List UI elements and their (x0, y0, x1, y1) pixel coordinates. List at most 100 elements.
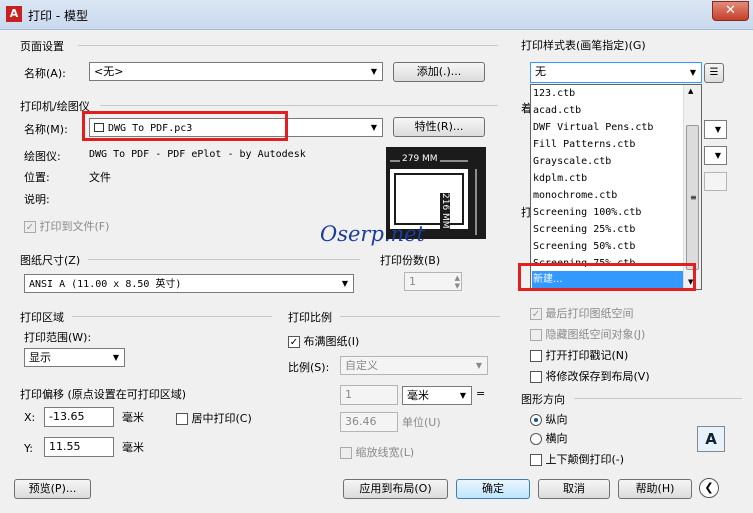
quality-select[interactable]: ▼ (704, 146, 727, 165)
chevron-down-icon: ▼ (475, 361, 483, 370)
page-setup-name-label: 名称(A): (24, 67, 66, 80)
fit-to-paper-checkbox[interactable]: ✓ 布满图纸(I) (288, 333, 359, 349)
divider (88, 259, 360, 260)
list-item[interactable]: Grayscale.ctb (532, 153, 684, 170)
page-setup-name-select[interactable]: <无> ▼ (89, 62, 383, 81)
portrait-radio[interactable]: 纵向 (530, 411, 568, 427)
divider (100, 105, 498, 106)
list-item[interactable]: DWF Virtual Pens.ctb (532, 119, 684, 136)
list-item[interactable]: Screening 50%.ctb (532, 238, 684, 255)
preview-button[interactable]: 预览(P)... (14, 479, 91, 499)
checkbox-icon (530, 454, 542, 466)
title-bar (0, 0, 753, 30)
plot-style-dropdown-list[interactable]: 123.ctb acad.ctb DWF Virtual Pens.ctb Fi… (530, 84, 702, 290)
scale-lineweights-checkbox[interactable]: 缩放线宽(L) (340, 444, 414, 460)
offset-y-label: Y: (24, 442, 33, 455)
edit-style-icon[interactable]: ☰ (704, 63, 724, 83)
cancel-button[interactable]: 取消 (538, 479, 610, 499)
copies-group-label: 打印份数(B) (380, 254, 441, 267)
location-value: 文件 (89, 171, 111, 184)
chevron-down-icon: ▼ (370, 123, 378, 132)
landscape-label: 横向 (545, 432, 568, 445)
scrollbar-thumb[interactable]: ≡ (686, 125, 699, 270)
scale-value1-input[interactable]: 1 (340, 385, 398, 405)
location-label: 位置: (24, 171, 50, 184)
ok-button[interactable]: 确定 (456, 479, 530, 499)
plot-stamp-label: 打开打印戳记(N) (545, 349, 629, 362)
divider (78, 45, 498, 46)
orientation-group-label: 图形方向 (521, 393, 565, 406)
checkbox-checked-icon: ✓ (530, 308, 542, 320)
apply-to-layout-button[interactable]: 应用到布局(O) (343, 479, 448, 499)
printer-name-label: 名称(M): (24, 123, 68, 136)
dpi-input[interactable] (704, 172, 727, 191)
plot-stamp-checkbox[interactable]: 打开打印戳记(N) (530, 347, 628, 363)
paper-size-select[interactable]: ANSI A (11.00 x 8.50 英寸) ▼ (24, 274, 354, 293)
dropdown-scrollbar[interactable]: ▲ ≡ ▼ (683, 85, 701, 289)
list-item[interactable]: Fill Patterns.ctb (532, 136, 684, 153)
upside-down-checkbox[interactable]: 上下颠倒打印(-) (530, 451, 624, 467)
offset-y-input[interactable]: 11.55 (44, 437, 114, 457)
equals-sign: = (476, 387, 486, 400)
plot-paperspace-last-checkbox[interactable]: ✓ 最后打印图纸空间 (530, 305, 634, 321)
checkbox-icon (340, 447, 352, 459)
list-item[interactable]: Screening 100%.ctb (532, 204, 684, 221)
fit-to-paper-label: 布满图纸(I) (303, 335, 360, 348)
copies-spinner[interactable]: 1 ▲ ▼ (404, 272, 462, 291)
plot-range-label: 打印范围(W): (24, 331, 92, 344)
checkbox-icon (176, 413, 188, 425)
close-button[interactable]: ✕ (712, 1, 749, 21)
preview-width-label: 279 MM (400, 154, 440, 164)
plot-range-value: 显示 (29, 351, 51, 364)
list-item[interactable]: 123.ctb (532, 85, 684, 102)
chevron-down-icon: ▼ (714, 125, 722, 134)
checkbox-checked-icon: ✓ (288, 336, 300, 348)
shade-mode-select[interactable]: ▼ (704, 120, 727, 139)
plot-style-value: 无 (535, 65, 546, 78)
landscape-radio[interactable]: 横向 (530, 430, 568, 446)
printer-properties-button[interactable]: 特性(R)... (393, 117, 485, 137)
page-setup-group-label: 页面设置 (20, 40, 64, 53)
center-plot-checkbox[interactable]: 居中打印(C) (176, 410, 252, 426)
add-page-setup-button[interactable]: 添加(.)... (393, 62, 485, 82)
paper-size-value: ANSI A (11.00 x 8.50 英寸) (29, 279, 182, 290)
list-item[interactable]: kdplm.ctb (532, 170, 684, 187)
divider (72, 316, 272, 317)
plotter-label: 绘图仪: (24, 150, 61, 163)
app-logo-icon: A (6, 6, 22, 22)
checkbox-checked-icon: ✓ (24, 221, 36, 233)
center-plot-label: 居中打印(C) (191, 412, 252, 425)
offset-y-unit: 毫米 (122, 441, 144, 454)
description-label: 说明: (24, 193, 50, 206)
plotter-value: DWG To PDF - PDF ePlot - by Autodesk (89, 149, 306, 160)
hide-objects-checkbox[interactable]: 隐藏图纸空间对象(J) (530, 326, 645, 342)
print-to-file-checkbox[interactable]: ✓ 打印到文件(F) (24, 218, 109, 234)
scale-select[interactable]: 自定义 ▼ (340, 356, 488, 375)
offset-x-input[interactable]: -13.65 (44, 407, 114, 427)
chevron-down-icon: ▼ (689, 68, 697, 77)
scale-value2-input[interactable]: 36.46 (340, 412, 398, 432)
upside-down-label: 上下颠倒打印(-) (545, 453, 625, 466)
save-changes-label: 将修改保存到布局(V) (545, 370, 650, 383)
offset-x-unit: 毫米 (122, 411, 144, 424)
radio-icon (530, 433, 542, 445)
offset-x-label: X: (24, 411, 36, 424)
plot-range-select[interactable]: 显示 ▼ (24, 348, 125, 367)
scale-unit-value: 毫米 (407, 389, 429, 402)
scale-unit-select[interactable]: 毫米 ▼ (402, 386, 472, 405)
spinner-arrows-icon: ▲ ▼ (454, 274, 460, 290)
grip-icon: ≡ (690, 193, 697, 202)
plot-paperspace-last-label: 最后打印图纸空间 (545, 307, 634, 320)
plot-style-select[interactable]: 无 ▼ (530, 62, 702, 83)
list-item[interactable]: monochrome.ctb (532, 187, 684, 204)
list-item[interactable]: acad.ctb (532, 102, 684, 119)
watermark-text: Oserp.net (320, 222, 425, 246)
chevron-down-icon: ▼ (714, 151, 722, 160)
portrait-label: 纵向 (545, 413, 568, 426)
list-item[interactable]: Screening 25%.ctb (532, 221, 684, 238)
divider (574, 398, 742, 399)
highlight-box (518, 263, 696, 291)
help-button[interactable]: 帮助(H) (618, 479, 692, 499)
collapse-chevron-left-icon[interactable]: ❮ (699, 478, 719, 498)
save-changes-checkbox[interactable]: 将修改保存到布局(V) (530, 368, 650, 384)
